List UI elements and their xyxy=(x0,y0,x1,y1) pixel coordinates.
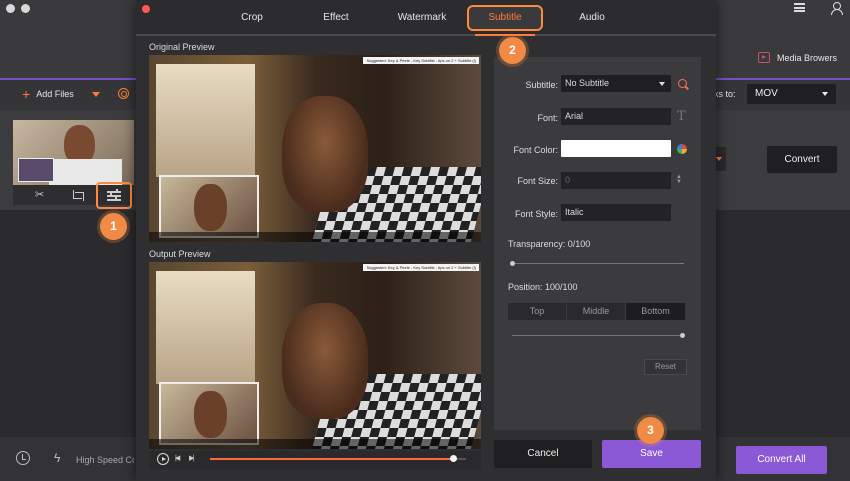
high-speed-conversion-label: High Speed Co xyxy=(76,455,134,465)
font-label: Font: xyxy=(537,113,558,123)
position-slider-track[interactable] xyxy=(512,335,684,336)
convert-all-button[interactable]: Convert All xyxy=(736,446,827,474)
preview-banner: Suggested: Key & Peele - Key Subtitle - … xyxy=(363,57,479,64)
transparency-slider-track[interactable] xyxy=(512,263,684,264)
output-preview: Suggested: Key & Peele - Key Subtitle - … xyxy=(149,262,481,449)
save-button[interactable]: Save xyxy=(602,440,701,468)
menu-icon[interactable] xyxy=(794,3,805,12)
close-icon[interactable] xyxy=(142,5,150,13)
next-icon[interactable]: ▶| xyxy=(189,454,194,462)
tab-effect[interactable]: Effect xyxy=(314,0,358,34)
media-browsers-label: Media Browers xyxy=(777,52,838,63)
video-thumbnail[interactable] xyxy=(13,120,134,185)
output-format-value: MOV xyxy=(755,88,778,99)
chevron-down-icon[interactable] xyxy=(91,91,100,97)
subtitle-select-value: No Subtitle xyxy=(565,78,610,88)
position-label: Position: 100/100 xyxy=(508,282,578,292)
callout-badge: 2 xyxy=(499,37,526,64)
original-preview: Suggested: Key & Peele - Key Subtitle - … xyxy=(149,55,481,242)
cancel-button[interactable]: Cancel xyxy=(494,440,592,468)
disc-icon[interactable] xyxy=(118,88,129,99)
position-middle-option[interactable]: Middle xyxy=(567,303,626,320)
user-icon[interactable] xyxy=(830,2,843,15)
preview-banner: Suggested: Key & Peele - Key Subtitle - … xyxy=(363,264,479,271)
position-top-option[interactable]: Top xyxy=(508,303,567,320)
lightning-icon[interactable]: ϟ xyxy=(54,451,60,465)
sliders-icon[interactable] xyxy=(107,189,121,201)
media-browser-icon xyxy=(758,52,770,63)
position-slider-knob[interactable] xyxy=(680,333,685,338)
add-files-label: Add Files xyxy=(36,89,74,99)
window-minimize-icon[interactable] xyxy=(21,4,30,13)
play-icon[interactable] xyxy=(157,453,169,465)
position-segmented-control: Top Middle Bottom xyxy=(508,303,685,320)
plus-icon: + xyxy=(22,85,31,102)
font-size-field[interactable]: 0 xyxy=(561,172,671,189)
color-palette-icon[interactable] xyxy=(677,144,687,154)
subtitle-label: Subtitle: xyxy=(525,80,558,90)
preview-player-bar xyxy=(149,232,481,242)
tab-bar: Crop Effect Watermark Subtitle Audio xyxy=(136,0,716,36)
previous-icon[interactable]: |◀ xyxy=(175,454,180,462)
chevron-down-icon xyxy=(822,92,828,96)
edit-dialog: Crop Effect Watermark Subtitle Audio Ori… xyxy=(136,0,716,481)
window-close-icon[interactable] xyxy=(6,4,15,13)
font-size-label: Font Size: xyxy=(517,176,558,186)
font-style-field[interactable]: Italic xyxy=(561,204,671,221)
subtitle-settings-panel: Subtitle: No Subtitle Font: Arial T Font… xyxy=(494,57,701,430)
player-controls: |◀ ▶| xyxy=(149,451,481,469)
font-style-label: Font Style: xyxy=(514,209,558,219)
chevron-down-icon xyxy=(659,82,665,86)
transparency-slider-knob[interactable] xyxy=(510,261,515,266)
alarm-clock-icon[interactable] xyxy=(16,451,30,465)
original-preview-label: Original Preview xyxy=(149,42,215,52)
media-browsers-button[interactable]: Media Browers xyxy=(758,52,837,63)
search-icon[interactable] xyxy=(678,79,687,88)
playback-progress-fill xyxy=(210,458,454,460)
font-color-label: Font Color: xyxy=(513,145,558,155)
text-format-icon[interactable]: T xyxy=(677,109,686,124)
add-files-button[interactable]: + Add Files xyxy=(22,85,100,102)
subtitle-select[interactable]: No Subtitle xyxy=(561,75,671,92)
preview-player-bar xyxy=(149,439,481,449)
tab-subtitle[interactable]: Subtitle xyxy=(467,5,543,36)
font-field[interactable]: Arial xyxy=(561,108,671,125)
callout-badge: 3 xyxy=(637,417,664,444)
font-color-field[interactable] xyxy=(561,140,671,157)
tab-crop[interactable]: Crop xyxy=(230,0,274,34)
reset-button[interactable]: Reset xyxy=(644,359,687,375)
position-bottom-option[interactable]: Bottom xyxy=(626,303,685,320)
callout-badge: 1 xyxy=(100,213,127,240)
tab-watermark[interactable]: Watermark xyxy=(392,0,452,34)
tab-audio[interactable]: Audio xyxy=(570,0,614,34)
crop-icon[interactable] xyxy=(71,189,84,201)
transparency-label: Transparency: 0/100 xyxy=(508,239,591,249)
convert-button[interactable]: Convert xyxy=(767,146,837,173)
scissors-icon[interactable] xyxy=(35,188,47,201)
output-preview-label: Output Preview xyxy=(149,249,211,259)
convert-to-label: ks to: xyxy=(714,89,736,99)
output-format-select[interactable]: MOV xyxy=(747,84,836,104)
stepper-arrows-icon[interactable]: ▲ ▼ xyxy=(676,174,682,185)
